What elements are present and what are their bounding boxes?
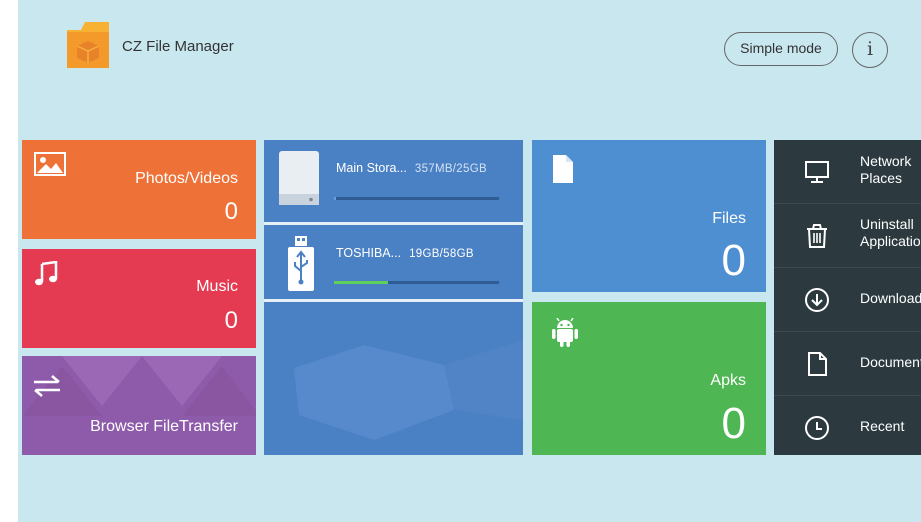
- apks-count: 0: [721, 399, 746, 448]
- files-label: Files: [712, 210, 746, 227]
- android-icon: [552, 317, 578, 353]
- menu-item-network-places[interactable]: Network Places: [774, 140, 921, 202]
- music-tile[interactable]: Music 0: [22, 249, 256, 348]
- menu-label-recent: Recent: [860, 418, 905, 434]
- download-icon: [804, 287, 830, 313]
- app-logo: [65, 18, 113, 70]
- swap-arrows-icon: [32, 374, 62, 403]
- menu-item-documents[interactable]: Documents: [774, 332, 921, 394]
- storage-main-size: 357MB/25GB: [414, 163, 487, 175]
- storage-usb[interactable]: TOSHIBA... 19GB/58GB: [264, 222, 523, 302]
- music-note-icon: [34, 260, 58, 292]
- menu-label-documents: Documents: [860, 354, 921, 370]
- usb-drive-icon: [284, 235, 318, 298]
- transfer-pattern: [22, 356, 256, 416]
- quick-access-menu: Network Places Uninstall Applications: [774, 140, 921, 455]
- storage-usb-name: TOSHIBA... 19GB/58GB: [336, 246, 474, 260]
- document-icon: [804, 351, 830, 377]
- hard-drive-icon: [278, 150, 320, 211]
- menu-label-downloads: Downloads: [860, 290, 921, 306]
- files-tile[interactable]: Files 0: [532, 140, 766, 292]
- menu-item-downloads[interactable]: Downloads: [774, 268, 921, 330]
- storage-main-progress-fill: [334, 197, 336, 200]
- photos-videos-tile[interactable]: Photos/Videos 0: [22, 140, 256, 239]
- music-count: 0: [224, 307, 238, 334]
- files-count: 0: [721, 236, 746, 285]
- clock-icon: [804, 415, 830, 441]
- monitor-icon: [804, 159, 830, 185]
- photos-videos-count: 0: [224, 198, 238, 225]
- storage-usb-size: 19GB/58GB: [409, 248, 474, 260]
- apks-tile[interactable]: Apks 0: [532, 302, 766, 455]
- storage-panel: Main Stora... 357MB/25GB TOSHIBA... 19GB…: [264, 140, 523, 455]
- browser-filetransfer-tile[interactable]: Browser FileTransfer: [22, 356, 256, 455]
- storage-main-progress: [334, 197, 499, 200]
- music-label: Music: [196, 278, 238, 295]
- image-icon: [34, 152, 66, 181]
- menu-label-uninstall-applications: Uninstall Applications: [860, 216, 921, 249]
- info-button[interactable]: i: [852, 32, 888, 68]
- menu-label-network-places: Network Places: [860, 153, 912, 186]
- photos-videos-label: Photos/Videos: [135, 170, 238, 187]
- apks-label: Apks: [710, 372, 746, 389]
- app-title: CZ File Manager: [122, 38, 234, 55]
- menu-item-uninstall-applications[interactable]: Uninstall Applications: [774, 204, 921, 266]
- simple-mode-button[interactable]: Simple mode: [724, 32, 838, 66]
- trash-icon: [804, 223, 830, 249]
- storage-main-name: Main Stora... 357MB/25GB: [336, 161, 487, 175]
- storage-usb-progress: [334, 281, 499, 284]
- file-icon: [552, 154, 574, 189]
- storage-main[interactable]: Main Stora... 357MB/25GB: [264, 140, 523, 220]
- storage-usb-progress-fill: [334, 281, 389, 284]
- browser-filetransfer-label: Browser FileTransfer: [90, 418, 238, 435]
- menu-item-recent[interactable]: Recent: [774, 396, 921, 455]
- home-screen: CZ File Manager Simple mode i Photos/Vid…: [18, 0, 921, 522]
